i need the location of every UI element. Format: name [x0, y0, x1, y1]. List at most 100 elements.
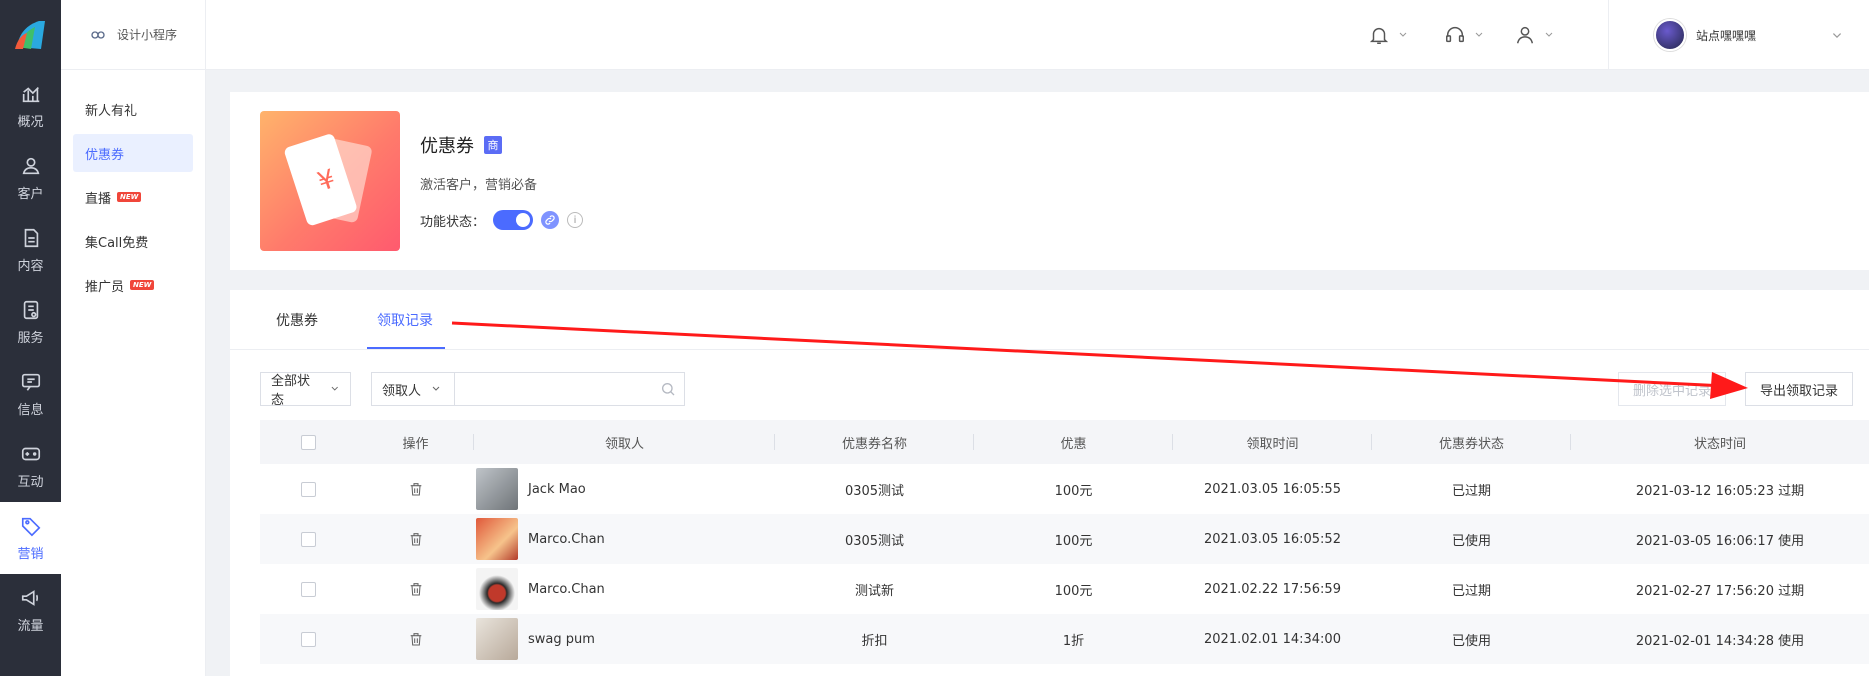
sub-item-label: 推广员	[85, 276, 124, 295]
document-icon	[20, 227, 42, 249]
rail-item-marketing[interactable]: 营销	[0, 502, 61, 574]
select-all-checkbox[interactable]	[301, 435, 316, 450]
avatar	[1654, 19, 1686, 51]
user-menu[interactable]: 站点嘿嘿嘿	[1654, 19, 1756, 51]
brand-logo[interactable]	[0, 0, 61, 70]
chevron-down-icon	[1474, 30, 1484, 40]
rail-item-customers[interactable]: 客户	[0, 142, 61, 214]
table-row: swag pum 折扣 1折 2021.02.01 14:34:00 已使用 2…	[260, 614, 1869, 664]
row-checkbox[interactable]	[301, 532, 316, 547]
claimer-avatar	[476, 618, 518, 660]
sub-item-label: 直播	[85, 188, 111, 207]
delete-selected-button[interactable]: 删除选中记录	[1618, 372, 1726, 406]
app-description: 激活客户，营销必备	[420, 174, 537, 193]
sub-item-coupon[interactable]: 优惠券	[73, 134, 193, 172]
coupon-name: 0305测试	[775, 514, 974, 564]
trash-icon[interactable]	[408, 481, 424, 497]
rail-item-interact[interactable]: 互动	[0, 430, 61, 502]
column-header: 领取人	[474, 420, 775, 464]
field-filter-select[interactable]: 领取人	[371, 372, 455, 406]
sub-item-label: 优惠券	[85, 144, 124, 163]
headset-icon	[1444, 24, 1466, 46]
column-header: 优惠	[974, 420, 1173, 464]
feature-status-row: 功能状态： i	[420, 210, 583, 230]
chevron-down-icon[interactable]	[1831, 30, 1843, 42]
header-select-all	[260, 420, 357, 464]
main-nav-rail: 概况 客户 内容 服务 信息 互动 营销 流量	[0, 0, 61, 676]
field-filter-value: 领取人	[382, 380, 421, 399]
notifications-button[interactable]	[1368, 24, 1408, 46]
rail-item-content[interactable]: 内容	[0, 214, 61, 286]
rail-label: 营销	[17, 543, 43, 562]
claimer-name: Jack Mao	[528, 482, 586, 497]
account-button[interactable]	[1514, 24, 1554, 46]
page-title: 优惠券	[420, 132, 474, 158]
tab-bar: 优惠券 领取记录	[230, 290, 1869, 350]
support-button[interactable]	[1444, 24, 1484, 46]
claimer-name: Marco.Chan	[528, 532, 605, 547]
rail-item-message[interactable]: 信息	[0, 358, 61, 430]
rail-label: 客户	[17, 183, 43, 202]
status-filter-select[interactable]: 全部状态	[260, 372, 351, 406]
table-row: Marco.Chan 测试新 100元 2021.02.22 17:56:59 …	[260, 564, 1869, 614]
search-input[interactable]	[455, 372, 685, 406]
coupon-status: 已过期	[1372, 564, 1571, 614]
status-time: 2021-03-05 16:06:17 使用	[1571, 514, 1869, 564]
table-row: Marco.Chan 0305测试 100元 2021.03.05 16:05:…	[260, 514, 1869, 564]
column-header: 优惠券名称	[775, 420, 974, 464]
sub-item-label: 集Call免费	[85, 232, 148, 251]
megaphone-icon	[20, 587, 42, 609]
link-icon[interactable]	[541, 211, 559, 229]
column-header: 操作	[357, 420, 474, 464]
status-filter-value: 全部状态	[271, 370, 320, 408]
sub-item-promoter[interactable]: 推广员 NEW	[73, 266, 193, 304]
trash-icon[interactable]	[408, 581, 424, 597]
user-icon	[20, 155, 42, 177]
design-miniprogram-link[interactable]: 设计小程序	[61, 0, 205, 70]
claimer-avatar	[476, 568, 518, 610]
claimer-name: Marco.Chan	[528, 582, 605, 597]
trash-icon[interactable]	[408, 631, 424, 647]
status-time: 2021-02-27 17:56:20 过期	[1571, 564, 1869, 614]
chart-icon	[20, 83, 42, 105]
table-header: 操作 领取人 优惠券名称 优惠 领取时间 优惠券状态 状态时间	[260, 420, 1869, 464]
top-header: 站点嘿嘿嘿	[206, 0, 1869, 70]
rail-label: 内容	[17, 255, 43, 274]
chevron-down-icon	[1544, 30, 1554, 40]
bell-icon	[1368, 24, 1390, 46]
claim-time: 2021.03.05 16:05:55	[1173, 464, 1372, 514]
coupon-name: 测试新	[775, 564, 974, 614]
feature-status-toggle[interactable]	[493, 210, 533, 230]
rail-item-service[interactable]: 服务	[0, 286, 61, 358]
sub-item-label: 新人有礼	[85, 100, 137, 119]
coupon-name: 折扣	[775, 614, 974, 664]
rail-item-overview[interactable]: 概况	[0, 70, 61, 142]
tab-coupons[interactable]: 优惠券	[276, 310, 318, 330]
row-checkbox[interactable]	[301, 582, 316, 597]
coupon-name: 0305测试	[775, 464, 974, 514]
rail-label: 服务	[17, 327, 43, 346]
discount: 100元	[974, 464, 1173, 514]
merchant-tag: 商	[484, 136, 502, 154]
rail-item-traffic[interactable]: 流量	[0, 574, 61, 646]
row-checkbox[interactable]	[301, 632, 316, 647]
info-icon[interactable]: i	[567, 212, 583, 228]
rail-label: 信息	[17, 399, 43, 418]
trash-icon[interactable]	[408, 531, 424, 547]
coupon-illustration: ¥	[260, 111, 400, 251]
username: 站点嘿嘿嘿	[1696, 27, 1756, 44]
sub-item-live[interactable]: 直播 NEW	[73, 178, 193, 216]
sub-item-jicall[interactable]: 集Call免费	[73, 222, 193, 260]
row-checkbox[interactable]	[301, 482, 316, 497]
export-records-button[interactable]: 导出领取记录	[1745, 372, 1853, 406]
app-info-card: ¥ 优惠券 商 激活客户，营销必备 功能状态： i	[230, 92, 1869, 270]
status-time: 2021-02-01 14:34:28 使用	[1571, 614, 1869, 664]
miniprogram-icon	[89, 26, 107, 44]
search-icon[interactable]	[660, 381, 676, 397]
claim-time: 2021.02.22 17:56:59	[1173, 564, 1372, 614]
discount: 100元	[974, 514, 1173, 564]
sub-item-newcomer-gift[interactable]: 新人有礼	[73, 90, 193, 128]
tab-claim-records[interactable]: 领取记录	[377, 310, 433, 330]
records-card: 优惠券 领取记录 全部状态 领取人 删除选中记录 导出领取记录 操作 领取人 优…	[230, 290, 1869, 676]
filter-bar: 全部状态 领取人	[260, 372, 685, 406]
